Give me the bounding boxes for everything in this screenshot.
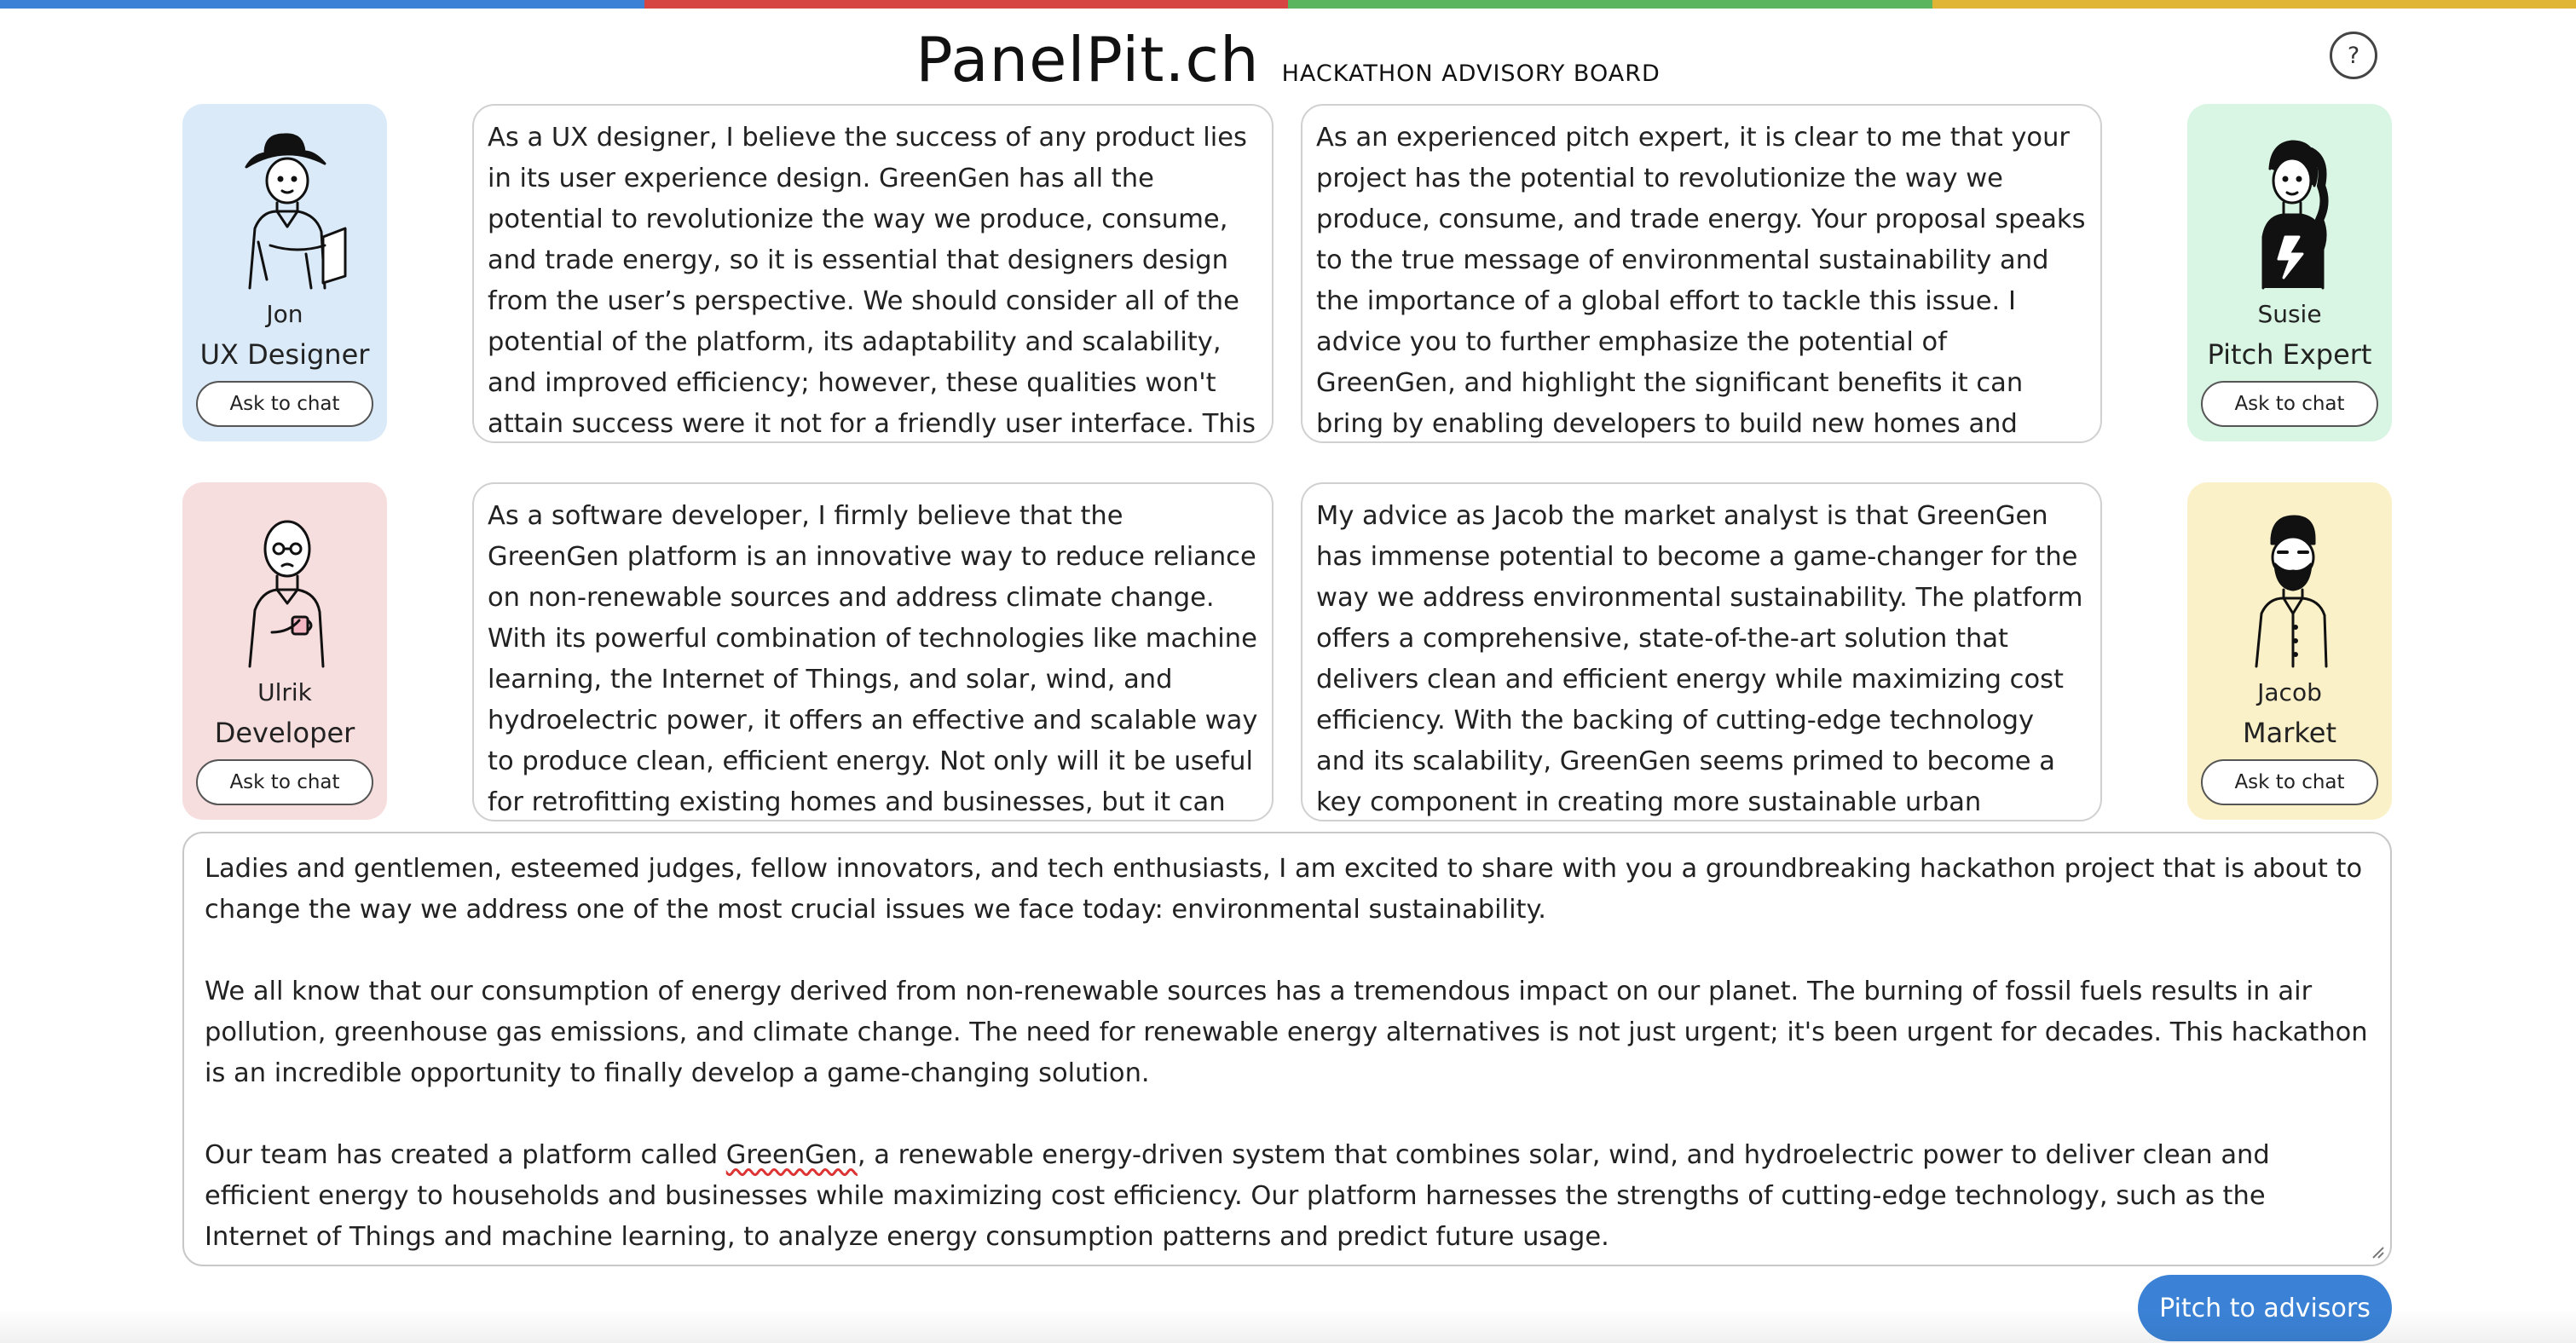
person-with-braid-icon — [2261, 140, 2329, 290]
advisor-name: Jacob — [2257, 678, 2322, 706]
advisor-name: Ulrik — [257, 678, 312, 706]
pitch-paragraph-2: We all know that our consumption of ener… — [205, 977, 2368, 1088]
ask-to-chat-button[interactable]: Ask to chat — [196, 381, 373, 427]
pitch-text: Our team has created a platform called — [205, 1140, 726, 1170]
advisor-role: Market — [2243, 717, 2336, 749]
resize-grip-icon[interactable] — [2370, 1244, 2385, 1259]
advisor-card-pitch-expert: Susie Pitch Expert Ask to chat — [2187, 104, 2392, 441]
advisor-name: Jon — [266, 300, 303, 328]
advisor-role: UX Designer — [199, 338, 370, 371]
advisor-role: Developer — [214, 717, 355, 749]
person-with-hat-tablet-icon — [245, 133, 347, 290]
spellcheck-word: GreenGen — [725, 1140, 858, 1170]
ask-to-chat-button[interactable]: Ask to chat — [196, 759, 373, 805]
top-bar-segment-yellow — [1932, 0, 2576, 9]
top-bar-segment-red — [644, 0, 1288, 9]
ask-to-chat-button[interactable]: Ask to chat — [2201, 759, 2378, 805]
top-bar-segment-blue — [0, 0, 644, 9]
help-button[interactable]: ? — [2330, 32, 2377, 79]
bald-person-with-mug-icon — [248, 520, 325, 668]
top-bar-segment-green — [1288, 0, 1932, 9]
developer-response[interactable]: As a software developer, I firmly believ… — [472, 482, 1274, 821]
page-subtitle: HACKATHON ADVISORY BOARD — [1281, 61, 1661, 87]
bearded-person-icon — [2255, 515, 2328, 668]
advisor-name: Susie — [2257, 300, 2322, 328]
pitch-expert-response[interactable]: As an experienced pitch expert, it is cl… — [1301, 104, 2102, 443]
market-response[interactable]: My advice as Jacob the market analyst is… — [1301, 482, 2102, 821]
bottom-shadow — [0, 1309, 2576, 1343]
pitch-textarea[interactable]: Ladies and gentlemen, esteemed judges, f… — [182, 832, 2392, 1266]
pitch-paragraph-1: Ladies and gentlemen, esteemed judges, f… — [205, 854, 2363, 925]
header: PanelPit.ch HACKATHON ADVISORY BOARD — [0, 24, 2576, 95]
advisor-card-developer: Ulrik Developer Ask to chat — [182, 482, 387, 820]
advisor-role: Pitch Expert — [2207, 338, 2372, 371]
ux-designer-response[interactable]: As a UX designer, I believe the success … — [472, 104, 1274, 443]
advisor-card-market: Jacob Market Ask to chat — [2187, 482, 2392, 820]
ask-to-chat-button[interactable]: Ask to chat — [2201, 381, 2378, 427]
pitch-paragraph-3: Our team has created a platform called G… — [205, 1135, 2370, 1258]
top-color-bar — [0, 0, 2576, 9]
advisor-card-ux-designer: Jon UX Designer Ask to chat — [182, 104, 387, 441]
site-logo[interactable]: PanelPit.ch — [915, 24, 1259, 95]
